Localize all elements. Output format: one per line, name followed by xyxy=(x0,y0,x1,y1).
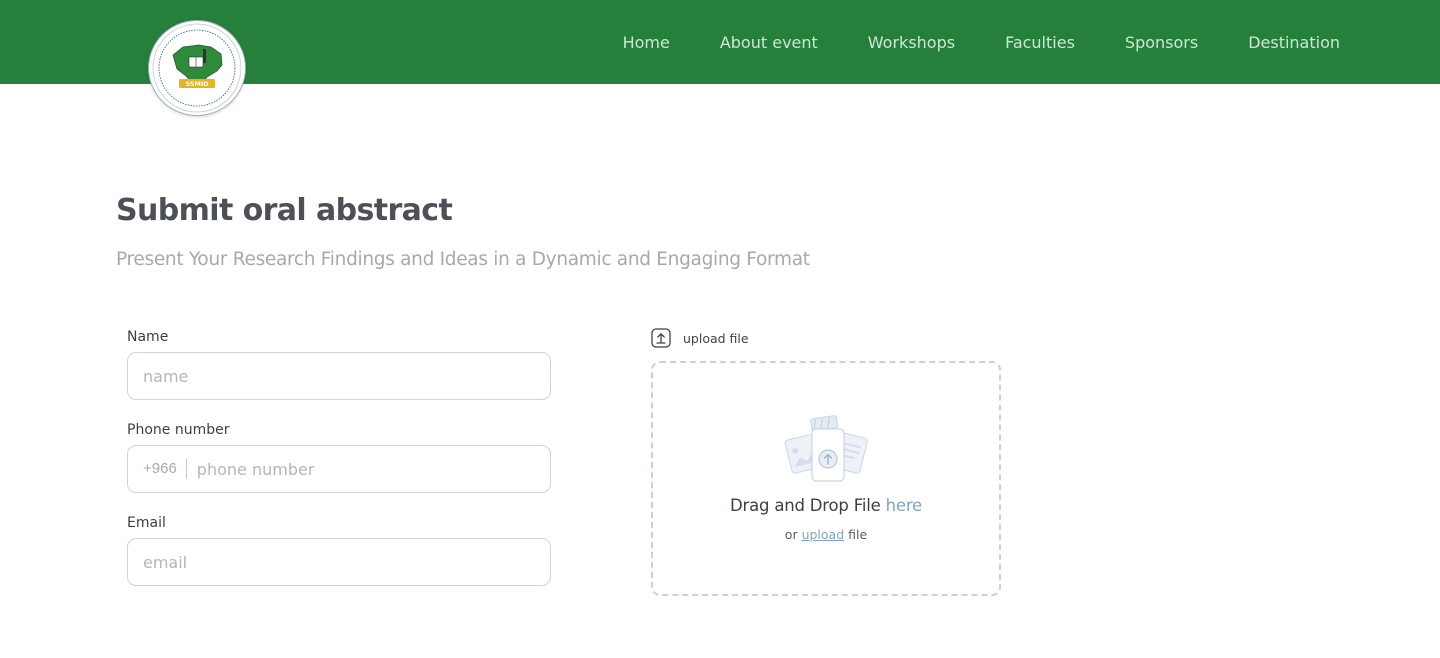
name-field-box xyxy=(127,352,551,400)
email-label: Email xyxy=(127,515,166,531)
nav-home[interactable]: Home xyxy=(623,32,670,54)
upload-icon xyxy=(651,328,671,348)
name-label: Name xyxy=(127,329,169,345)
upload-file-label: upload file xyxy=(683,330,749,346)
nav-faculties[interactable]: Faculties xyxy=(1005,32,1075,54)
upload-hint: or upload file xyxy=(653,527,999,542)
nav-destination[interactable]: Destination xyxy=(1248,32,1340,54)
page-subtitle: Present Your Research Findings and Ideas… xyxy=(116,249,810,270)
drag-drop-text: Drag and Drop File here xyxy=(653,496,999,515)
nav-sponsors[interactable]: Sponsors xyxy=(1125,32,1198,54)
upload-link[interactable]: upload xyxy=(802,527,845,542)
drag-drop-label: Drag and Drop File xyxy=(730,496,881,515)
file-dropzone[interactable]: Drag and Drop File here or upload file xyxy=(651,361,1001,596)
main-nav: Home About event Workshops Faculties Spo… xyxy=(623,32,1340,54)
drop-here-link[interactable]: here xyxy=(886,496,923,515)
nav-workshops[interactable]: Workshops xyxy=(868,32,955,54)
files-illustration-icon xyxy=(784,415,868,482)
page-title: Submit oral abstract xyxy=(116,193,453,228)
or-text: or xyxy=(784,527,798,542)
upload-file-header[interactable]: upload file xyxy=(651,328,749,348)
phone-input[interactable] xyxy=(196,446,550,492)
svg-text:SSMID: SSMID xyxy=(185,80,209,88)
site-logo[interactable]: SSMID xyxy=(148,20,246,116)
country-code-prefix: +966 xyxy=(143,459,187,479)
email-input[interactable] xyxy=(143,539,550,585)
phone-label: Phone number xyxy=(127,422,230,438)
name-input[interactable] xyxy=(143,353,550,399)
file-text: file xyxy=(848,527,868,542)
nav-about-event[interactable]: About event xyxy=(720,32,818,54)
ssmid-logo-icon: SSMID xyxy=(152,23,242,113)
phone-field-box: +966 xyxy=(127,445,551,493)
email-field-box xyxy=(127,538,551,586)
